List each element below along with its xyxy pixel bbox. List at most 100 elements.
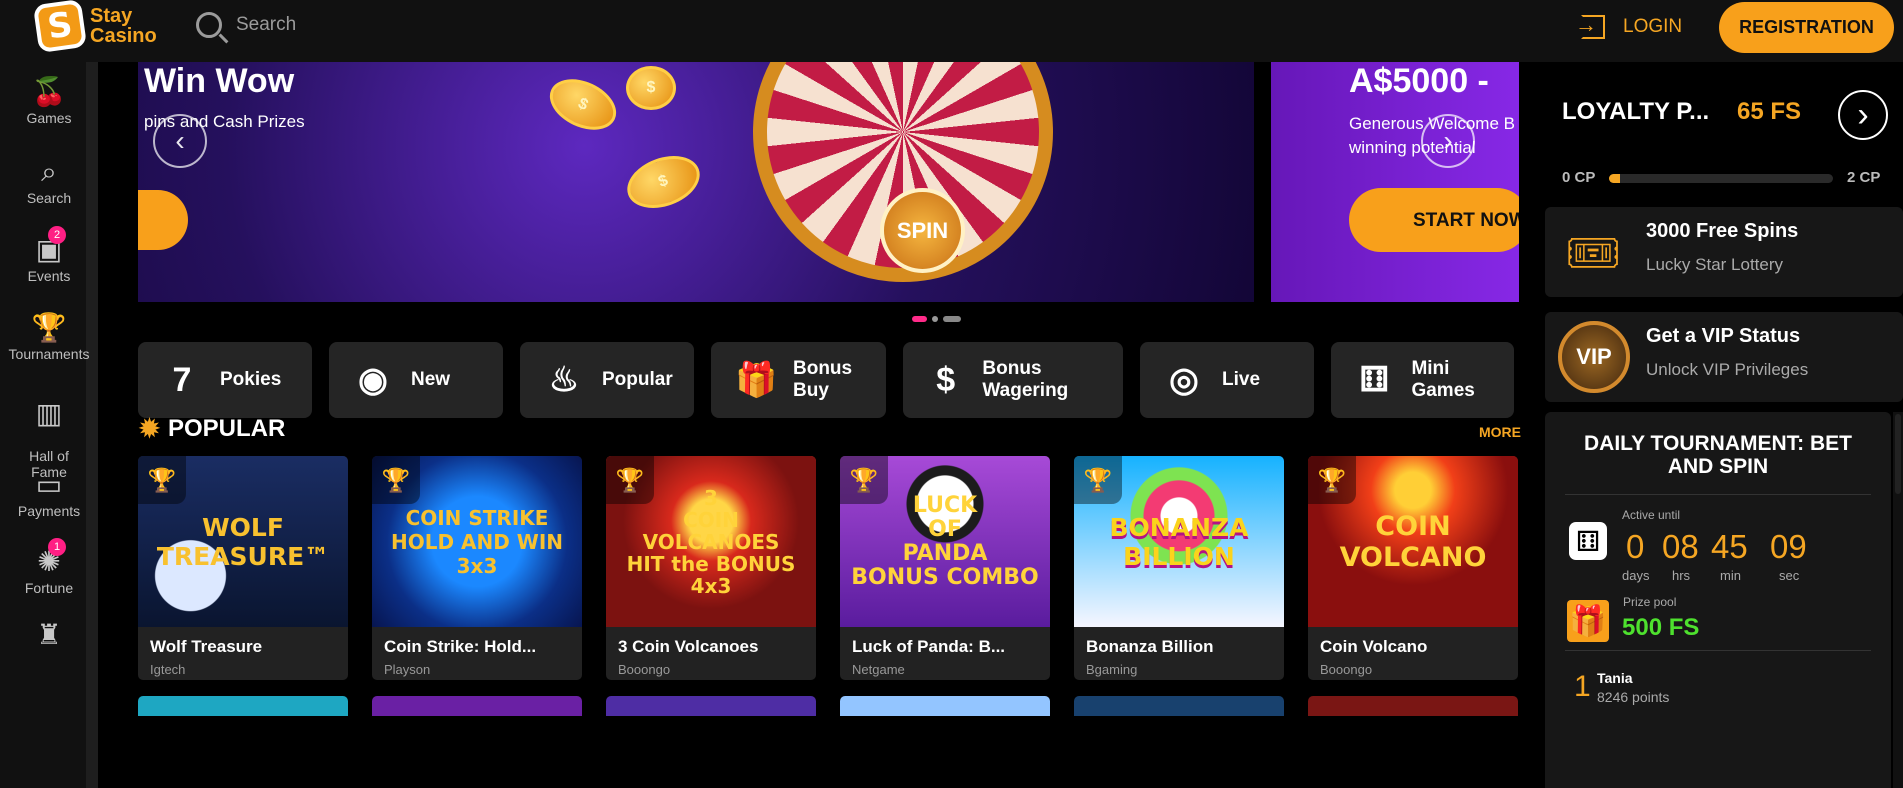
game-card-coin-strike[interactable]: COIN STRIKE HOLD AND WIN 3x3 🏆 Coin Stri… xyxy=(372,456,582,680)
timer-minutes-unit: min xyxy=(1720,568,1741,583)
timer-minutes: 45 xyxy=(1711,528,1748,565)
search-placeholder: Search xyxy=(236,14,297,35)
popular-title-text: POPULAR xyxy=(167,415,286,442)
login-icon xyxy=(1575,12,1605,39)
sidebar-item-events[interactable]: ▣ 2 Events xyxy=(0,226,98,284)
sidebar-item-games[interactable]: 🍒 Games xyxy=(0,74,98,126)
category-pokies[interactable]: 7 Pokies xyxy=(138,342,312,418)
category-bonus-buy[interactable]: 🎁 Bonus Buy xyxy=(711,342,886,418)
carousel-pagination[interactable] xyxy=(912,316,961,322)
trophy-icon: 🏆 xyxy=(1308,456,1356,504)
category-mini-games[interactable]: ⚅ Mini Games xyxy=(1331,342,1514,418)
vip-promo-card[interactable]: VIP Get a VIP Status Unlock VIP Privileg… xyxy=(1545,312,1903,402)
category-label: Mini Games xyxy=(1411,358,1475,401)
loyalty-free-spins: 65 FS xyxy=(1737,98,1802,125)
loyalty-progress-bar xyxy=(1609,174,1833,183)
game-card-coin-volcano[interactable]: COIN VOLCANO 🏆 Coin Volcano Booongo xyxy=(1308,456,1518,680)
gold-coin-image: $ xyxy=(626,66,676,110)
loyalty-next-button[interactable]: › xyxy=(1838,90,1888,140)
game-card-bonanza-billion[interactable]: BONANZA BILLION 🏆 Bonanza Billion Bgamin… xyxy=(1074,456,1284,680)
sidebar-item-tournaments[interactable]: 🏆 Tournaments xyxy=(0,310,98,362)
loyalty-title: LOYALTY P... xyxy=(1562,98,1710,125)
partial-game-card[interactable] xyxy=(1308,696,1518,716)
cash-icon: ▭ xyxy=(35,469,63,500)
partial-game-card[interactable] xyxy=(840,696,1050,716)
leaderboard-player-name: Tania xyxy=(1597,670,1633,686)
sidebar-item-search[interactable]: ⌕ Search xyxy=(0,154,98,206)
timer-days: 0 xyxy=(1626,528,1645,565)
logo-text: Stay Casino xyxy=(90,5,157,47)
daily-tournament-panel[interactable]: DAILY TOURNAMENT: BET AND SPIN Active un… xyxy=(1545,412,1891,788)
sidebar-item-hall-of-fame[interactable]: ▥ Hall of Fame xyxy=(0,380,98,480)
sidebar-item-payments[interactable]: ▭ Payments xyxy=(0,467,98,519)
partial-game-card[interactable] xyxy=(138,696,348,716)
scrollbar-thumb[interactable] xyxy=(1895,414,1901,494)
category-label: New xyxy=(411,369,451,390)
top-bar: S Stay Casino Search LOGIN REGISTRATION xyxy=(0,0,1903,62)
game-card-luck-of-panda[interactable]: LUCK OF PANDA BONUS COMBO 🏆 Luck of Pand… xyxy=(840,456,1050,680)
more-games-link[interactable]: MORE xyxy=(1479,424,1521,440)
category-new[interactable]: ◉ New xyxy=(329,342,503,418)
login-button[interactable]: LOGIN xyxy=(1575,12,1683,39)
carousel-dot[interactable] xyxy=(943,316,961,322)
carousel-previous-button[interactable]: ‹ xyxy=(153,114,207,168)
gold-coin-image: $ xyxy=(541,69,625,140)
carousel-dot[interactable] xyxy=(932,316,938,322)
game-provider: Booongo xyxy=(618,662,671,677)
dollar-refresh-icon: $ xyxy=(936,360,956,399)
tournament-scrollbar[interactable] xyxy=(1893,412,1903,788)
game-card-wolf-treasure[interactable]: WOLF TREASURE™ 🏆 Wolf Treasure Igtech xyxy=(138,456,348,680)
live-icon: ◎ xyxy=(1169,361,1199,399)
category-live[interactable]: ◎ Live xyxy=(1140,342,1314,418)
partial-game-card[interactable] xyxy=(606,696,816,716)
lottery-promo-card[interactable]: 🎟 3000 Free Spins Lucky Star Lottery xyxy=(1545,207,1903,297)
welcome-bonus-slide[interactable]: A$5000 - Generous Welcome B winning pote… xyxy=(1271,62,1519,302)
category-label: Pokies xyxy=(220,369,282,390)
game-card-3-coin-volcanoes[interactable]: 3 COIN VOLCANOES HIT the BONUS 4x3 🏆 3 C… xyxy=(606,456,816,680)
fortune-wheel-slide[interactable]: Win Wow pins and Cash Prizes ‹ $ $ $ $ S… xyxy=(138,62,1254,302)
carousel-next-button[interactable]: › xyxy=(1421,114,1475,168)
sidebar-tournaments-label: Tournaments xyxy=(8,346,90,362)
trophy-icon: 🏆 xyxy=(31,312,67,343)
sidebar-item-vip[interactable]: ♜ xyxy=(0,617,98,653)
sidebar-item-fortune[interactable]: ✺ 1 Fortune xyxy=(0,538,98,596)
carousel-dot-active[interactable] xyxy=(912,316,927,322)
game-name: Luck of Panda: B... xyxy=(852,637,1006,656)
next-games-row-partial xyxy=(138,696,1519,716)
spin-button[interactable]: SPIN xyxy=(880,188,965,273)
registration-button[interactable]: REGISTRATION xyxy=(1719,2,1894,53)
popular-section-title: ✹ POPULAR xyxy=(139,414,285,444)
vip-icon: ♜ xyxy=(36,619,62,650)
category-label: Live xyxy=(1222,369,1261,390)
prize-pool-label: Prize pool xyxy=(1623,595,1677,609)
prize-pool-value: 500 FS xyxy=(1622,614,1700,641)
trophy-icon: 🏆 xyxy=(372,456,420,504)
gift-icon: 🎁 xyxy=(735,361,778,399)
search-icon: ⌕ xyxy=(41,156,57,187)
category-popular[interactable]: ♨ Popular xyxy=(520,342,694,418)
game-name: Coin Volcano xyxy=(1320,637,1428,656)
slide-cta-button[interactable] xyxy=(138,190,188,250)
game-provider: Playson xyxy=(384,662,431,677)
partial-game-card[interactable] xyxy=(372,696,582,716)
start-now-button[interactable]: START NOW xyxy=(1349,188,1519,252)
leaderboard-points: 8246 points xyxy=(1597,689,1670,705)
loyalty-progress-fill xyxy=(1609,174,1621,183)
sidebar-search-label: Search xyxy=(26,190,72,206)
trophy-icon: 🏆 xyxy=(606,456,654,504)
category-bonus-wagering[interactable]: $ Bonus Wagering xyxy=(903,342,1123,418)
dice-icon: ⚅ xyxy=(1569,522,1607,560)
search-bar[interactable]: Search xyxy=(196,12,296,38)
partial-game-card[interactable] xyxy=(1074,696,1284,716)
divider xyxy=(1565,650,1871,651)
active-until-label: Active until xyxy=(1622,508,1681,522)
promo-banner-carousel[interactable]: Win Wow pins and Cash Prizes ‹ $ $ $ $ S… xyxy=(138,62,1519,302)
sidebar-payments-label: Payments xyxy=(17,503,81,519)
login-label: LOGIN xyxy=(1623,16,1683,37)
fortune-count-badge: 1 xyxy=(48,538,66,556)
game-name: Bonanza Billion xyxy=(1086,637,1214,656)
right-sidebar: LOYALTY P... 65 FS › 0 CP 2 CP 🎟 3000 Fr… xyxy=(1527,62,1903,788)
dice-icon: ⚅ xyxy=(1359,361,1389,399)
new-badge-icon: ◉ xyxy=(358,361,388,399)
stay-casino-logo[interactable]: S Stay Casino xyxy=(32,0,157,54)
